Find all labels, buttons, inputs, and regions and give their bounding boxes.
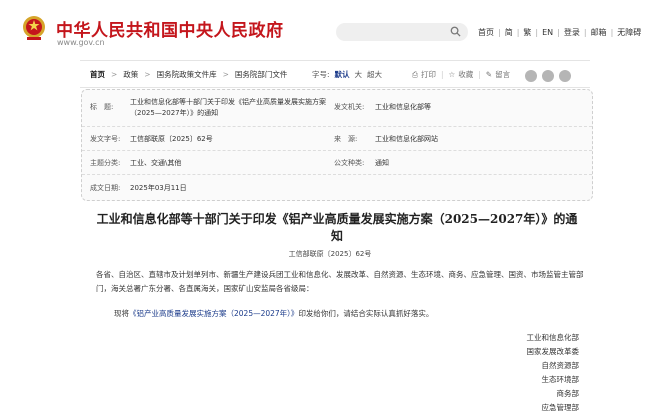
breadcrumb: 首页 > 政策 > 国务院政策文件库 > 国务院部门文件 [90, 70, 288, 79]
link-english[interactable]: EN [542, 28, 553, 37]
link-home[interactable]: 首页 [478, 27, 494, 38]
breadcrumb-policy[interactable]: 政策 [123, 70, 138, 79]
meta-category-label: 主题分类: [90, 159, 121, 167]
search-input[interactable] [336, 23, 468, 41]
breadcrumb-home[interactable]: 首页 [90, 70, 105, 79]
document-title: 工业和信息化部等十部门关于印发《铝产业高质量发展实施方案（2025—2027年）… [96, 212, 578, 243]
weibo-icon[interactable] [525, 70, 537, 82]
signer-list: 工业和信息化部 国家发展改革委 自然资源部 生态环境部 商务部 应急管理部 [527, 331, 580, 415]
signer-item: 商务部 [556, 389, 580, 398]
share-icons [525, 67, 585, 82]
meta-category-value: 工业、交通\其他 [130, 159, 182, 167]
link-login[interactable]: 登录 [564, 27, 580, 38]
meta-title-value: 工业和信息化部等十部门关于印发《铝产业高质量发展实施方案（2025—2027年）… [130, 98, 326, 117]
meta-source-label: 来 源: [334, 135, 358, 143]
meta-docno-value: 工信部联原〔2025〕62号 [130, 135, 213, 143]
meta-type-label: 公文种类: [334, 159, 365, 167]
font-size-xlarge[interactable]: 超大 [367, 70, 382, 79]
attachment-link[interactable]: 《铝产业高质量发展实施方案（2025—2027年）》 [129, 309, 298, 318]
meta-row-docno: 发文字号: 工信部联原〔2025〕62号 来 源: 工业和信息化部网站 [82, 126, 592, 151]
link-simplified[interactable]: 简 [505, 27, 513, 38]
signer-item: 自然资源部 [541, 361, 580, 370]
meta-source-value: 工业和信息化部网站 [375, 135, 438, 143]
qzone-icon[interactable] [559, 70, 571, 82]
search-icon[interactable] [450, 26, 461, 37]
link-accessibility[interactable]: 无障碍 [617, 27, 641, 38]
meta-row-date: 成文日期: 2025年03月11日 [82, 174, 592, 200]
meta-title-label: 标 题: [90, 103, 114, 111]
site-header: 中华人民共和国中央人民政府 www.gov.cn 首页 | 简 | 繁 | EN | 登录 | 邮箱… [0, 0, 660, 60]
para-prefix: 现将 [114, 309, 129, 318]
meta-docno-label: 发文字号: [90, 135, 121, 143]
star-icon[interactable]: ☆ [449, 70, 456, 79]
font-size-control: 字号: 默认大超大 [312, 69, 387, 80]
meta-row-title: 标 题: 工业和信息化部等十部门关于印发《铝产业高质量发展实施方案（2025—2… [82, 90, 592, 127]
top-links: 首页 | 简 | 繁 | EN | 登录 | 邮箱 | 无障碍 [478, 27, 642, 38]
site-url: www.gov.cn [57, 38, 105, 47]
national-emblem-icon[interactable] [22, 15, 46, 43]
signer-item: 国家发展改革委 [526, 347, 580, 356]
print-icon[interactable]: ⎙ [412, 70, 418, 79]
breadcrumb-bar: 首页 > 政策 > 国务院政策文件库 > 国务院部门文件 字号: 默认大超大 ⎙ 打印 | ☆ 收藏 |… [80, 60, 590, 88]
favorite-button[interactable]: 收藏 [458, 70, 473, 79]
document-addressees: 各省、自治区、直辖市及计划单列市、新疆生产建设兵团工业和信息化、发展改革、自然资… [96, 270, 584, 293]
link-mail[interactable]: 邮箱 [591, 27, 607, 38]
breadcrumb-dept-docs[interactable]: 国务院部门文件 [235, 70, 288, 79]
meta-date-value: 2025年03月11日 [130, 184, 187, 192]
comment-icon[interactable]: ✎ [486, 70, 492, 79]
meta-issuer-value: 工业和信息化部等 [375, 103, 431, 111]
document-paragraph: 现将《铝产业高质量发展实施方案（2025—2027年）》印发给你们，请结合实际认… [96, 307, 586, 321]
breadcrumb-policy-library[interactable]: 国务院政策文件库 [157, 70, 217, 79]
meta-issuer-label: 发文机关: [334, 103, 365, 111]
meta-type-value: 通知 [375, 159, 389, 167]
link-traditional[interactable]: 繁 [523, 27, 531, 38]
signer-item: 工业和信息化部 [526, 333, 580, 342]
message-button[interactable]: 留言 [495, 70, 510, 79]
font-size-default[interactable]: 默认 [335, 70, 350, 79]
wechat-icon[interactable] [542, 70, 554, 82]
para-suffix: 印发给你们，请结合实际认真抓好落实。 [298, 309, 434, 318]
font-size-label: 字号: [312, 70, 330, 79]
document-metadata-box: 标 题: 工业和信息化部等十部门关于印发《铝产业高质量发展实施方案（2025—2… [81, 89, 593, 201]
document-number: 工信部联原〔2025〕62号 [288, 250, 372, 258]
signer-item: 生态环境部 [541, 375, 580, 384]
print-button[interactable]: 打印 [421, 70, 436, 79]
meta-row-category: 主题分类: 工业、交通\其他 公文种类: 通知 [82, 150, 592, 175]
page-tools: ⎙ 打印 | ☆ 收藏 | ✎ 留言 [412, 70, 511, 79]
meta-date-label: 成文日期: [90, 184, 121, 192]
font-size-large[interactable]: 大 [355, 70, 363, 79]
